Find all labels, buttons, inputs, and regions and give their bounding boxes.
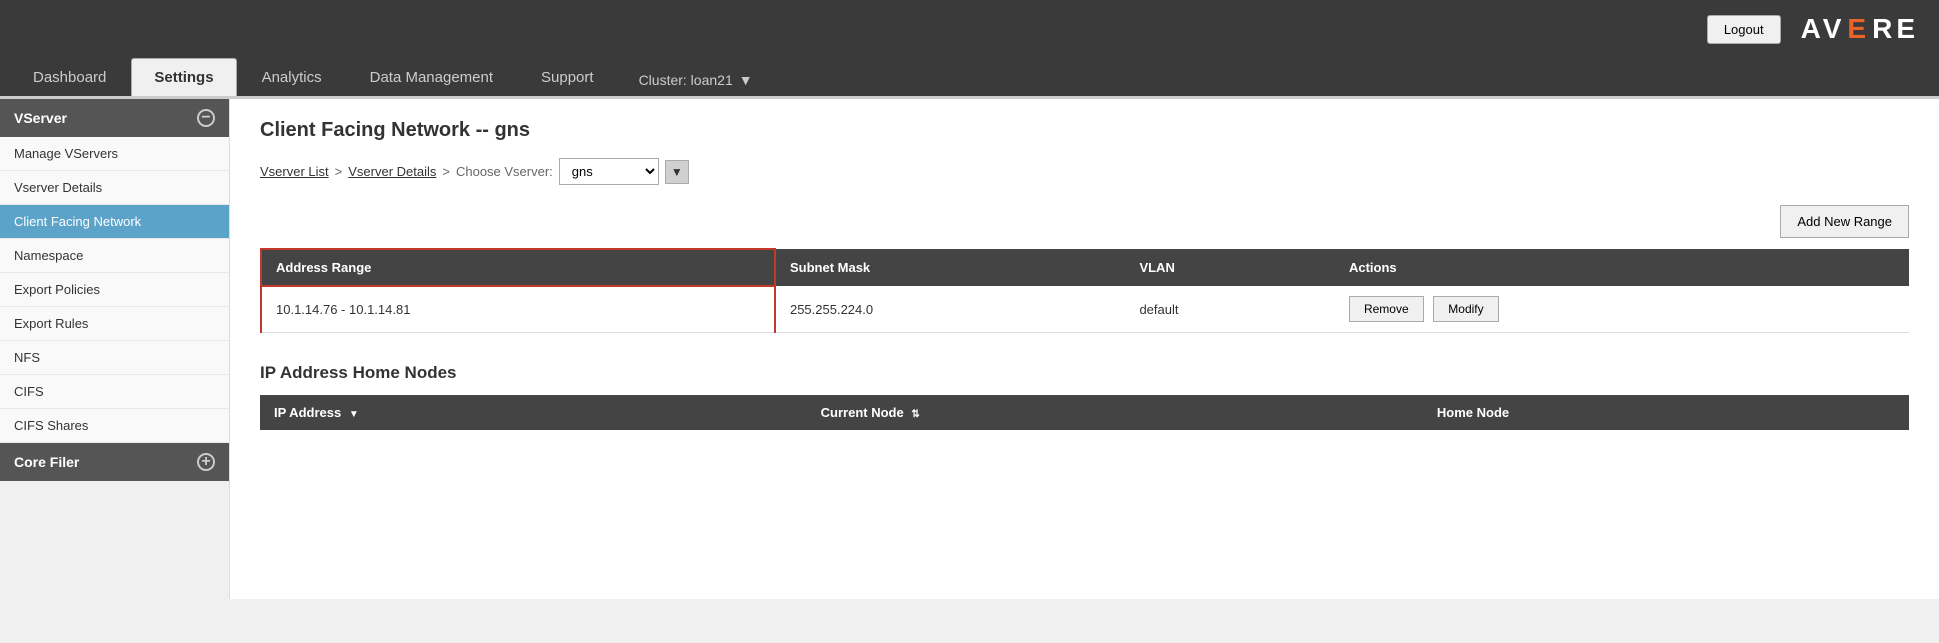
main-layout: VServer − Manage VServers Vserver Detail… bbox=[0, 99, 1939, 599]
logo-re: RE bbox=[1872, 13, 1919, 45]
col-header-current-node: Current Node ⇅ bbox=[807, 395, 1423, 430]
col-header-vlan: VLAN bbox=[1125, 249, 1335, 286]
sidebar-item-export-policies[interactable]: Export Policies bbox=[0, 273, 229, 307]
content-area: Client Facing Network -- gns Vserver Lis… bbox=[230, 99, 1939, 599]
cluster-selector[interactable]: Cluster: loan21 ▼ bbox=[639, 72, 753, 96]
sidebar-vserver-collapse-icon[interactable]: − bbox=[197, 109, 215, 127]
vserver-select-wrap: gns ▼ bbox=[559, 158, 689, 185]
table-row: 10.1.14.76 - 10.1.14.81 255.255.224.0 de… bbox=[261, 286, 1909, 333]
avere-logo: AVERE bbox=[1801, 13, 1919, 45]
page-title: Client Facing Network -- gns bbox=[260, 119, 1909, 142]
breadcrumb: Vserver List > Vserver Details > Choose … bbox=[260, 158, 1909, 185]
sidebar-item-nfs[interactable]: NFS bbox=[0, 341, 229, 375]
sidebar-vserver-title: VServer bbox=[14, 110, 67, 126]
sidebar-item-vserver-details[interactable]: Vserver Details bbox=[0, 171, 229, 205]
sidebar-item-export-rules[interactable]: Export Rules bbox=[0, 307, 229, 341]
col-header-actions: Actions bbox=[1335, 249, 1909, 286]
tab-dashboard[interactable]: Dashboard bbox=[10, 58, 129, 96]
sidebar-item-cifs[interactable]: CIFS bbox=[0, 375, 229, 409]
tab-analytics[interactable]: Analytics bbox=[239, 58, 345, 96]
tab-settings[interactable]: Settings bbox=[131, 58, 236, 96]
cell-actions: Remove Modify bbox=[1335, 286, 1909, 333]
sidebar-item-namespace[interactable]: Namespace bbox=[0, 239, 229, 273]
sidebar-vserver-header: VServer − bbox=[0, 99, 229, 137]
sidebar-item-client-facing-network[interactable]: Client Facing Network bbox=[0, 205, 229, 239]
ip-address-section-title: IP Address Home Nodes bbox=[260, 363, 1909, 383]
choose-vserver-label: Choose Vserver: bbox=[456, 164, 553, 179]
home-nodes-table: IP Address ▼ Current Node ⇅ Home Node bbox=[260, 395, 1909, 430]
logo-av: AV bbox=[1801, 13, 1846, 45]
cluster-label: Cluster: loan21 bbox=[639, 72, 733, 88]
address-range-table: Address Range Subnet Mask VLAN Actions 1… bbox=[260, 248, 1909, 333]
vserver-select[interactable]: gns bbox=[559, 158, 659, 185]
col-header-ip-address: IP Address ▼ bbox=[260, 395, 807, 430]
nav-tabs: Dashboard Settings Analytics Data Manage… bbox=[0, 58, 1939, 99]
logo-e: E bbox=[1847, 13, 1870, 45]
sidebar-item-cifs-shares[interactable]: CIFS Shares bbox=[0, 409, 229, 443]
breadcrumb-vserver-list[interactable]: Vserver List bbox=[260, 164, 329, 179]
sidebar-item-manage-vservers[interactable]: Manage VServers bbox=[0, 137, 229, 171]
cell-subnet-mask: 255.255.224.0 bbox=[775, 286, 1125, 333]
cell-address-range: 10.1.14.76 - 10.1.14.81 bbox=[261, 286, 775, 333]
sidebar-core-filer-header: Core Filer + bbox=[0, 443, 229, 481]
vserver-dropdown-arrow-icon[interactable]: ▼ bbox=[665, 160, 689, 184]
tab-support[interactable]: Support bbox=[518, 58, 617, 96]
logout-button[interactable]: Logout bbox=[1707, 15, 1781, 44]
remove-button[interactable]: Remove bbox=[1349, 296, 1424, 322]
cell-vlan: default bbox=[1125, 286, 1335, 333]
modify-button[interactable]: Modify bbox=[1433, 296, 1498, 322]
breadcrumb-separator-2: > bbox=[442, 164, 450, 179]
address-range-table-wrap: Address Range Subnet Mask VLAN Actions 1… bbox=[260, 248, 1909, 333]
current-node-sort-icon[interactable]: ⇅ bbox=[911, 409, 919, 420]
col-header-address-range: Address Range bbox=[261, 249, 775, 286]
ip-address-sort-icon[interactable]: ▼ bbox=[349, 409, 359, 420]
tab-data-management[interactable]: Data Management bbox=[347, 58, 516, 96]
breadcrumb-separator-1: > bbox=[335, 164, 343, 179]
sidebar-core-filer-title: Core Filer bbox=[14, 454, 79, 470]
sidebar: VServer − Manage VServers Vserver Detail… bbox=[0, 99, 230, 599]
breadcrumb-vserver-details[interactable]: Vserver Details bbox=[348, 164, 436, 179]
col-header-home-node: Home Node bbox=[1423, 395, 1909, 430]
top-bar: Logout AVERE bbox=[0, 0, 1939, 58]
add-range-row: Add New Range bbox=[260, 205, 1909, 248]
add-new-range-button[interactable]: Add New Range bbox=[1780, 205, 1909, 238]
col-header-subnet-mask: Subnet Mask bbox=[775, 249, 1125, 286]
sidebar-core-filer-expand-icon[interactable]: + bbox=[197, 453, 215, 471]
cluster-arrow-icon: ▼ bbox=[739, 72, 753, 88]
